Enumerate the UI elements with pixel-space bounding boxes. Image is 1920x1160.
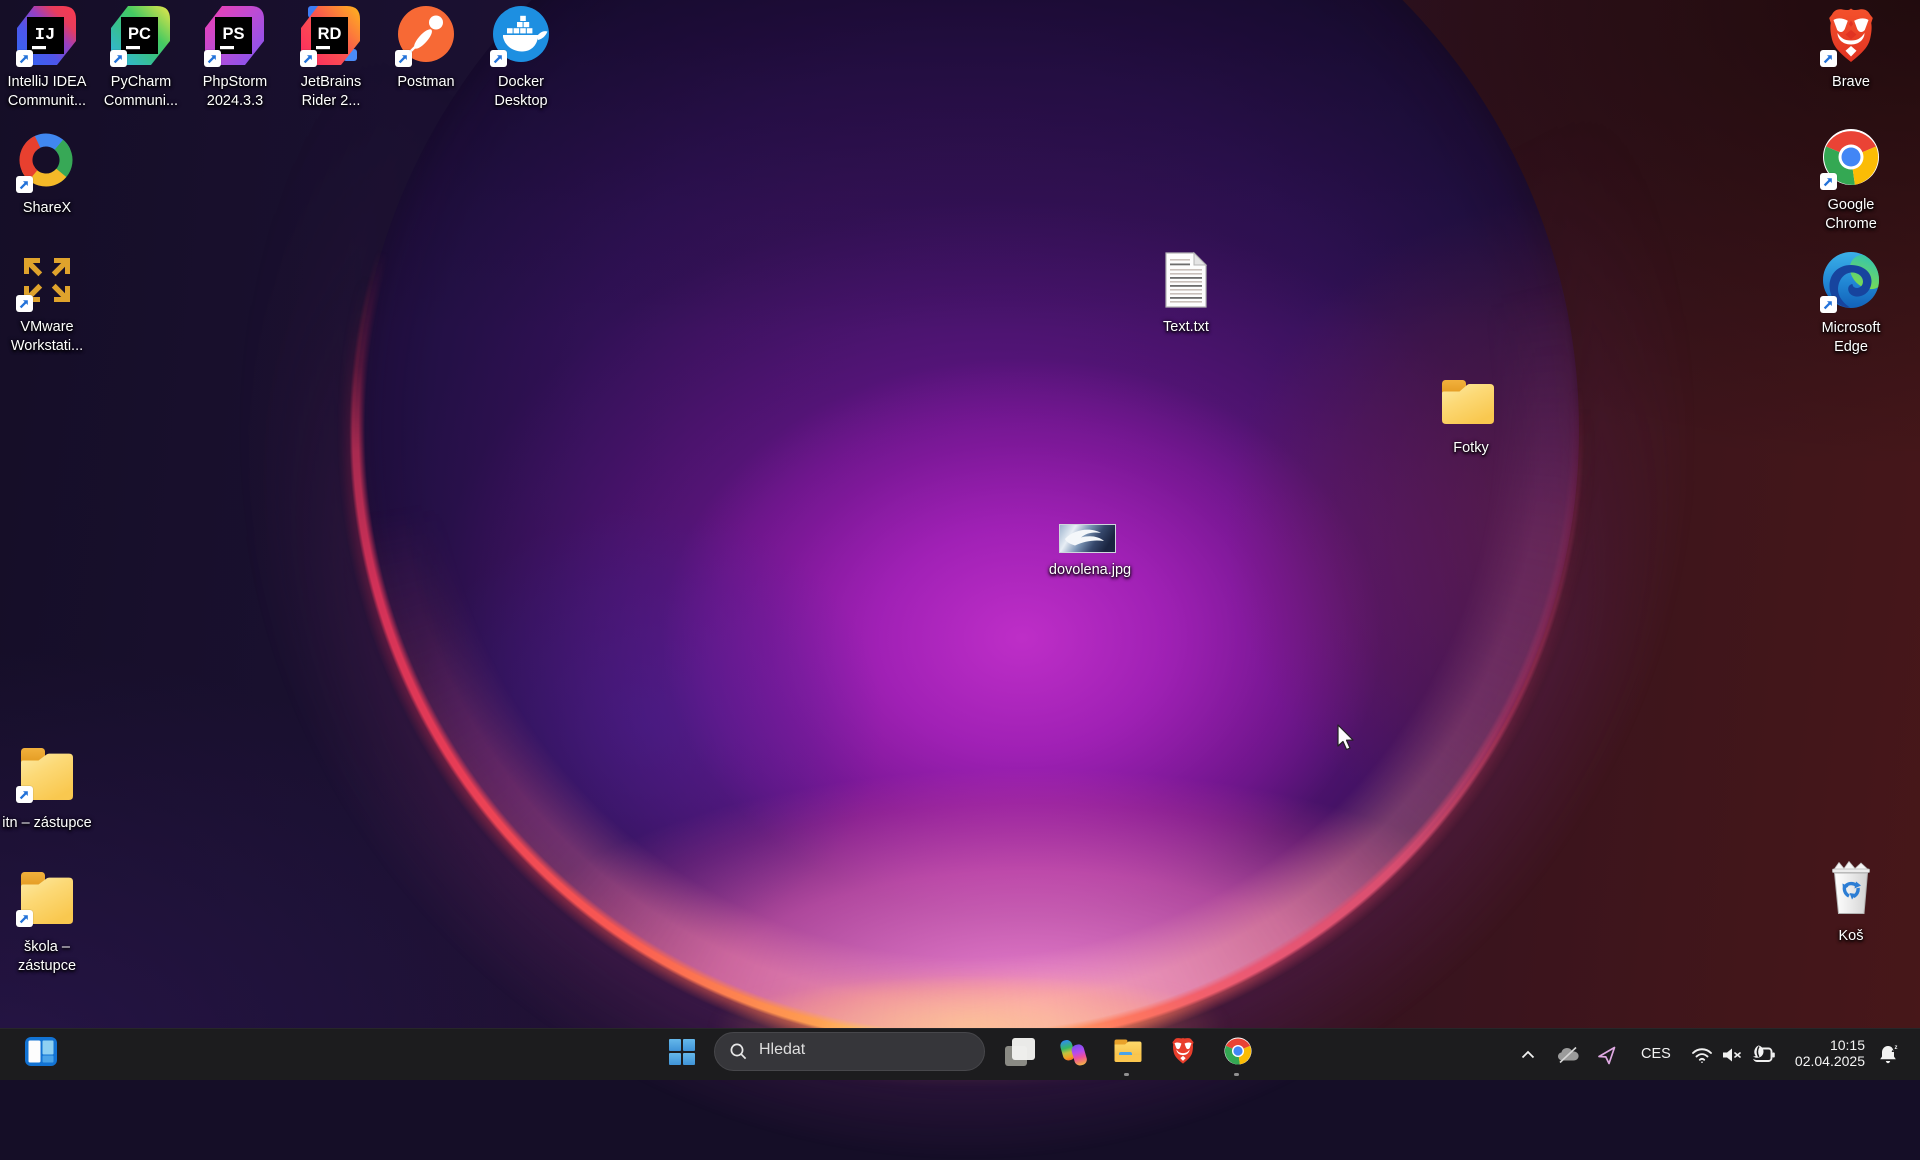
svg-text:z: z bbox=[1895, 1045, 1898, 1051]
svg-text:PC: PC bbox=[128, 25, 151, 43]
svg-text:PS: PS bbox=[222, 25, 244, 43]
svg-text:IJ: IJ bbox=[35, 26, 55, 45]
svg-text:RD: RD bbox=[318, 25, 342, 43]
